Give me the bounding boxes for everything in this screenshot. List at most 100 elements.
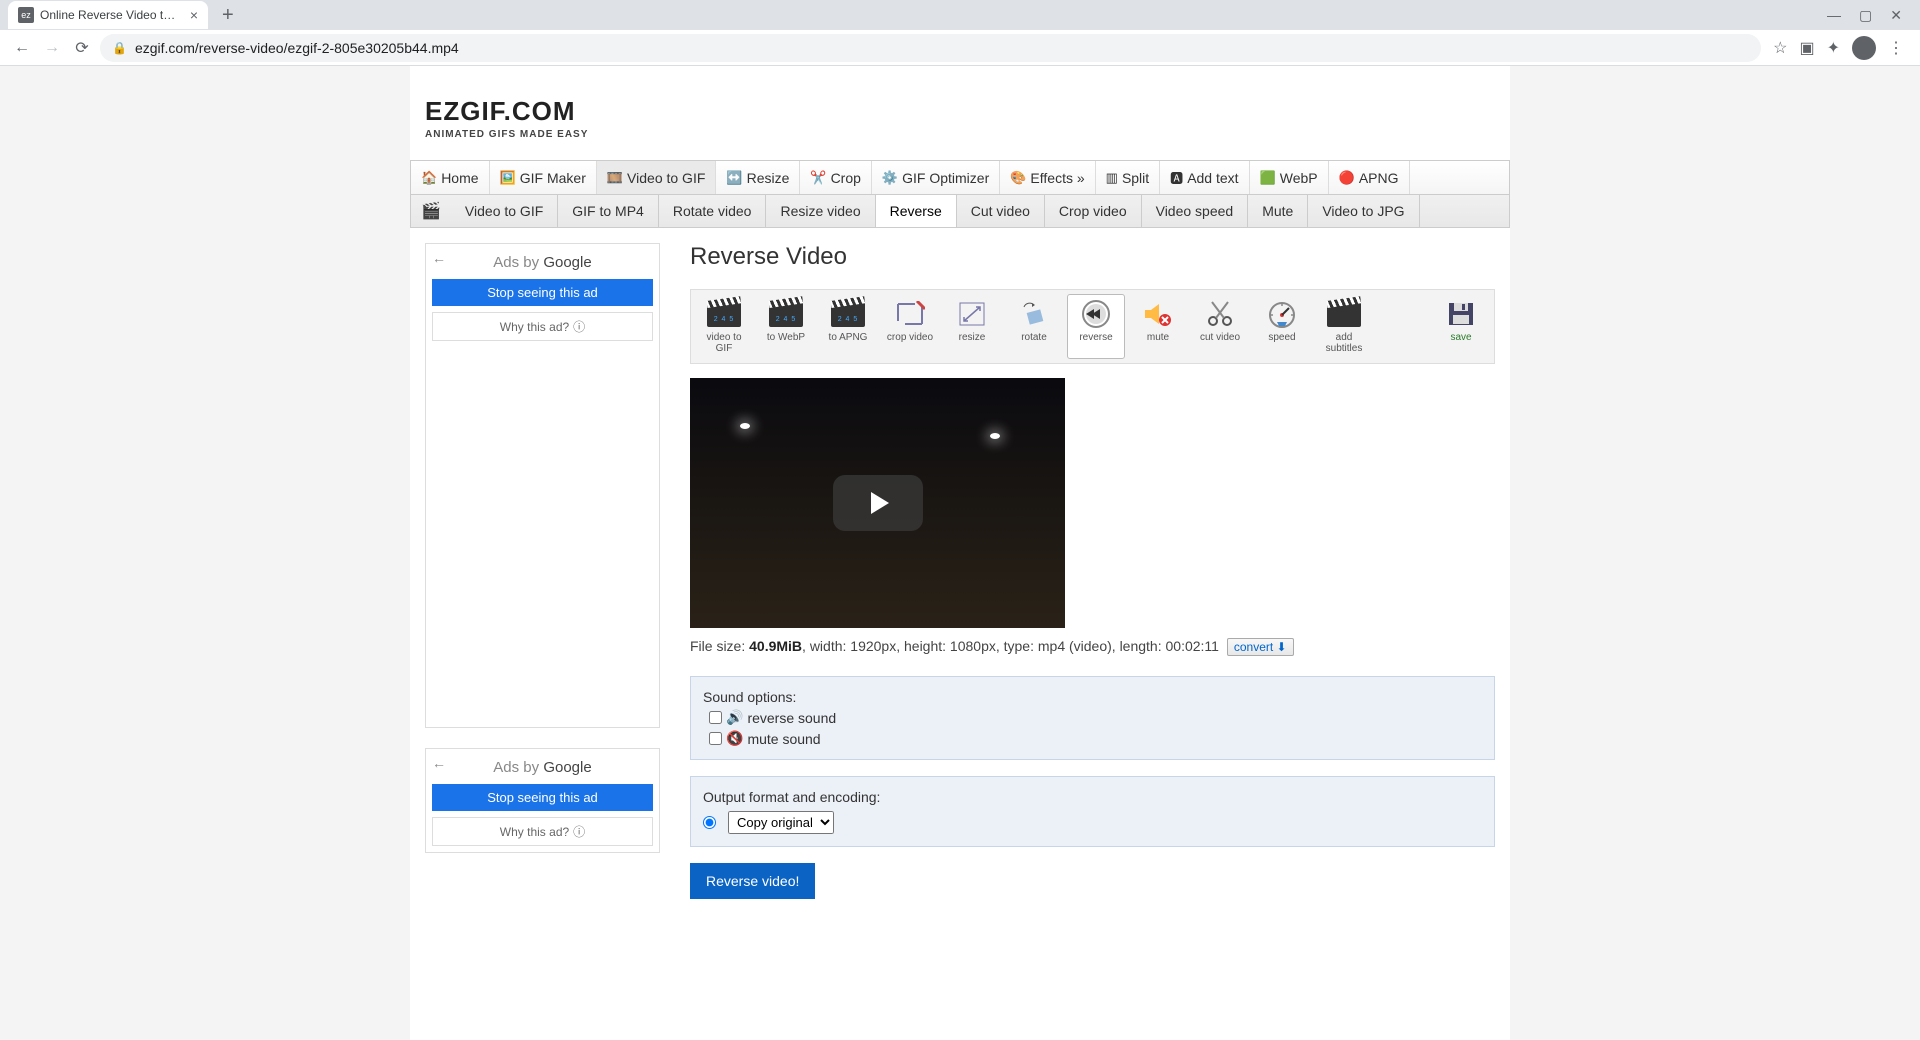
sub-nav-item[interactable]: Video to JPG (1308, 195, 1419, 227)
sub-nav-item[interactable]: Cut video (957, 195, 1045, 227)
forward-button[interactable]: → (40, 36, 64, 60)
reverse-sound-option[interactable]: 🔊 reverse sound (703, 709, 1482, 726)
tool-save[interactable]: save (1432, 294, 1490, 359)
video-preview[interactable] (690, 378, 1065, 628)
output-radio[interactable] (703, 816, 716, 829)
nav-icon: ↔️ (726, 170, 742, 186)
tool-to-WebP[interactable]: 2 4 5to WebP (757, 294, 815, 359)
tool-crop-video[interactable]: crop video (881, 294, 939, 359)
nav-icon: 🅰 (1170, 168, 1183, 187)
output-format-select[interactable]: Copy original (728, 811, 834, 834)
save-icon (1441, 299, 1481, 329)
tool-reverse[interactable]: reverse (1067, 294, 1125, 359)
site-logo[interactable]: EZGIF.COM (425, 96, 1495, 127)
sub-nav-icon: 🎬 (411, 195, 451, 227)
tool-mute[interactable]: mute (1129, 294, 1187, 359)
sub-nav-item[interactable]: Resize video (766, 195, 875, 227)
sub-nav-item[interactable]: Video speed (1142, 195, 1249, 227)
nav-icon: 🎞️ (607, 170, 623, 186)
reload-button[interactable]: ⟳ (70, 36, 94, 60)
subtitles-icon (1324, 299, 1364, 329)
sub-nav-item[interactable]: Video to GIF (451, 195, 558, 227)
clap-icon: 2 4 5 (704, 299, 744, 329)
new-tab-button[interactable]: + (216, 4, 240, 27)
sub-nav-item[interactable]: Mute (1248, 195, 1308, 227)
sub-nav-item[interactable]: Reverse (876, 195, 957, 227)
sound-mute-icon: 🔇 (726, 730, 743, 747)
nav-icon: 🔴 (1339, 170, 1355, 186)
tool-strip: 2 4 5video to GIF2 4 5to WebP2 4 5to APN… (690, 289, 1495, 364)
sub-nav-item[interactable]: GIF to MP4 (558, 195, 659, 227)
browser-chrome: ez Online Reverse Video tool - Won × + —… (0, 0, 1920, 66)
main-nav-item[interactable]: 🖼️GIF Maker (490, 161, 597, 194)
ad-header: Ads by Google (426, 749, 659, 784)
main-nav-item[interactable]: 🎨Effects » (1000, 161, 1095, 194)
ad-back-icon[interactable]: ← (432, 755, 446, 771)
browser-tab[interactable]: ez Online Reverse Video tool - Won × (8, 1, 208, 29)
convert-button[interactable]: convert ⬇ (1227, 638, 1294, 656)
favicon-icon: ez (18, 7, 34, 23)
nav-icon: 🏠 (421, 170, 437, 186)
minimize-icon[interactable]: — (1827, 7, 1841, 24)
page-viewport[interactable]: EZGIF.COM ANIMATED GIFS MADE EASY 🏠Home🖼… (0, 66, 1920, 1040)
tool-add-subtitles[interactable]: add subtitles (1315, 294, 1373, 359)
main-nav-item[interactable]: 🔴APNG (1329, 161, 1410, 194)
reverse-video-button[interactable]: Reverse video! (690, 863, 815, 899)
rotate-icon (1014, 299, 1054, 329)
main-nav-item[interactable]: ▥Split (1096, 161, 1161, 194)
ad-stop-button[interactable]: Stop seeing this ad (432, 784, 653, 811)
ad-why-button[interactable]: Why this ad?ⓘ (432, 312, 653, 341)
sub-nav-item[interactable]: Rotate video (659, 195, 767, 227)
menu-icon[interactable]: ⋮ (1888, 38, 1904, 58)
ad-box-2: ← Ads by Google Stop seeing this ad Why … (425, 748, 660, 853)
mute-sound-option[interactable]: 🔇 mute sound (703, 730, 1482, 747)
extensions-icon[interactable]: ✦ (1827, 38, 1840, 58)
play-button[interactable] (833, 475, 923, 531)
profile-avatar[interactable] (1852, 36, 1876, 60)
extension-icon-1[interactable]: ▣ (1799, 38, 1814, 58)
reverse-sound-checkbox[interactable] (709, 711, 722, 724)
crop-icon (890, 299, 930, 329)
main-content: Reverse Video 2 4 5video to GIF2 4 5to W… (690, 243, 1495, 899)
star-icon[interactable]: ☆ (1773, 38, 1787, 58)
page-container: EZGIF.COM ANIMATED GIFS MADE EASY 🏠Home🖼… (410, 66, 1510, 1040)
main-nav-item[interactable]: 🅰Add text (1160, 161, 1249, 194)
maximize-icon[interactable]: ▢ (1859, 7, 1872, 24)
tool-to-APNG[interactable]: 2 4 5to APNG (819, 294, 877, 359)
tool-resize[interactable]: resize (943, 294, 1001, 359)
tool-rotate[interactable]: rotate (1005, 294, 1063, 359)
tool-video-to-GIF[interactable]: 2 4 5video to GIF (695, 294, 753, 359)
file-info: File size: 40.9MiB, width: 1920px, heigh… (690, 638, 1495, 656)
sound-options-box: Sound options: 🔊 reverse sound 🔇 mute so… (690, 676, 1495, 760)
content-wrap: ← Ads by Google Stop seeing this ad Why … (410, 228, 1510, 914)
addr-bar-right: ☆ ▣ ✦ ⋮ (1767, 36, 1910, 60)
close-window-icon[interactable]: ✕ (1890, 7, 1902, 24)
download-icon: ⬇ (1277, 640, 1287, 654)
ad-why-button[interactable]: Why this ad?ⓘ (432, 817, 653, 846)
main-nav-item[interactable]: 🎞️Video to GIF (597, 161, 717, 194)
main-nav-item[interactable]: 🟩WebP (1250, 161, 1329, 194)
tool-speed[interactable]: speed (1253, 294, 1311, 359)
back-button[interactable]: ← (10, 36, 34, 60)
reverse-icon (1076, 299, 1116, 329)
url-input[interactable]: 🔒 ezgif.com/reverse-video/ezgif-2-805e30… (100, 34, 1761, 62)
ad-back-icon[interactable]: ← (432, 250, 446, 266)
clap-icon: 2 4 5 (828, 299, 868, 329)
window-controls: — ▢ ✕ (1827, 7, 1912, 24)
mute-sound-checkbox[interactable] (709, 732, 722, 745)
output-row: Copy original (703, 811, 1482, 834)
ad-stop-button[interactable]: Stop seeing this ad (432, 279, 653, 306)
main-nav-item[interactable]: ⚙️GIF Optimizer (872, 161, 1000, 194)
resize-icon (952, 299, 992, 329)
main-nav-item[interactable]: ✂️Crop (800, 161, 872, 194)
close-tab-icon[interactable]: × (190, 7, 198, 23)
tool-cut-video[interactable]: cut video (1191, 294, 1249, 359)
address-bar: ← → ⟳ 🔒 ezgif.com/reverse-video/ezgif-2-… (0, 30, 1920, 66)
sound-reverse-icon: 🔊 (726, 709, 743, 726)
tab-bar: ez Online Reverse Video tool - Won × + —… (0, 0, 1920, 30)
main-nav-item[interactable]: 🏠Home (411, 161, 490, 194)
sub-nav-item[interactable]: Crop video (1045, 195, 1142, 227)
info-icon: ⓘ (573, 823, 585, 840)
tab-title: Online Reverse Video tool - Won (40, 8, 182, 22)
main-nav-item[interactable]: ↔️Resize (716, 161, 800, 194)
